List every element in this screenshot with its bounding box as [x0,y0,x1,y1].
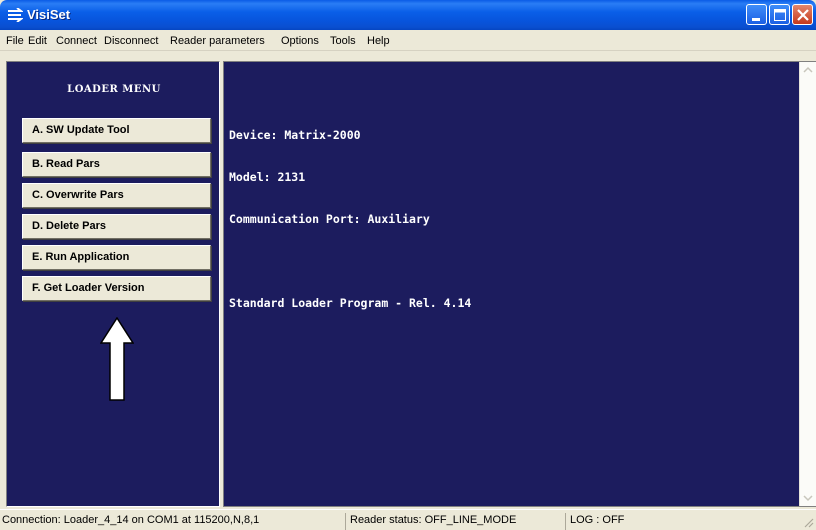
scroll-down-button[interactable] [800,489,816,506]
console-line: Standard Loader Program - Rel. 4.14 [229,296,472,310]
console-line: Communication Port: Auxiliary [229,212,430,226]
loader-menu-title: LOADER MENU [67,84,161,95]
menu-options[interactable]: Options [281,35,319,47]
visiset-window: VisiSet File Edit Connect Disconnect Rea… [0,0,816,530]
get-loader-version-button[interactable]: F. Get Loader Version [22,276,211,301]
title-bar[interactable]: VisiSet [0,0,816,30]
close-button[interactable] [792,4,813,25]
maximize-button[interactable] [769,4,790,25]
run-application-button[interactable]: E. Run Application [22,245,211,270]
resize-grip-icon[interactable] [802,516,814,528]
loader-menu-panel: LOADER MENU A. SW Update Tool B. Read Pa… [6,61,220,507]
menu-bar: File Edit Connect Disconnect Reader para… [0,30,816,51]
menu-connect[interactable]: Connect [56,35,97,47]
console-text: Device: Matrix-2000 Model: 2131 Communic… [229,100,471,338]
connection-status: Connection: Loader_4_14 on COM1 at 11520… [2,514,260,526]
menu-reader-parameters[interactable]: Reader parameters [170,35,265,47]
chevron-down-icon [803,495,813,502]
up-arrow-icon [100,317,134,401]
vertical-scrollbar[interactable] [799,62,816,506]
console-line: Model: 2131 [229,170,306,184]
window-title: VisiSet [27,7,71,22]
visiset-app-icon [8,8,23,22]
menu-edit[interactable]: Edit [28,35,47,47]
maximize-icon [774,9,786,21]
overwrite-pars-button[interactable]: C. Overwrite Pars [22,183,211,208]
menu-disconnect[interactable]: Disconnect [104,35,158,47]
close-icon [797,9,809,21]
minimize-button[interactable] [746,4,767,25]
menu-help[interactable]: Help [367,35,390,47]
minimize-icon [752,18,760,21]
delete-pars-button[interactable]: D. Delete Pars [22,214,211,239]
menu-tools[interactable]: Tools [330,35,356,47]
sw-update-tool-button[interactable]: A. SW Update Tool [22,118,211,143]
scroll-up-button[interactable] [800,62,816,79]
chevron-up-icon [803,66,813,73]
console-line: Device: Matrix-2000 [229,128,361,142]
reader-status: Reader status: OFF_LINE_MODE [345,513,516,530]
console-output[interactable]: Device: Matrix-2000 Model: 2131 Communic… [223,61,816,507]
menu-file[interactable]: File [6,35,24,47]
status-bar: Connection: Loader_4_14 on COM1 at 11520… [0,509,816,530]
log-status: LOG : OFF [565,513,624,530]
read-pars-button[interactable]: B. Read Pars [22,152,211,177]
